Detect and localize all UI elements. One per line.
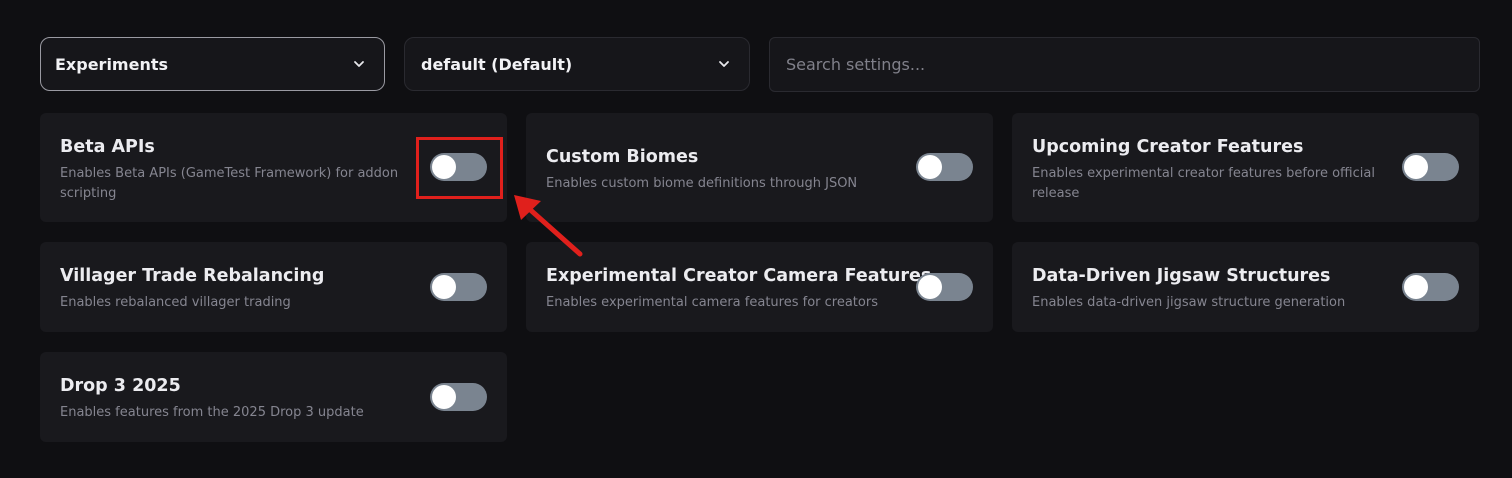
toggle-knob xyxy=(432,275,456,299)
toggle-knob xyxy=(918,275,942,299)
setting-card-experimental-creator-camera: Experimental Creator Camera Features Ena… xyxy=(526,242,993,332)
setting-description: Enables experimental creator features be… xyxy=(1032,166,1375,201)
setting-title: Experimental Creator Camera Features xyxy=(546,266,932,286)
setting-title: Custom Biomes xyxy=(546,147,699,167)
highlight-box xyxy=(416,137,503,199)
chevron-down-icon xyxy=(719,61,729,67)
toggle-knob xyxy=(1404,275,1428,299)
toggle-knob xyxy=(1404,155,1428,179)
setting-title: Upcoming Creator Features xyxy=(1032,137,1304,157)
setting-title: Data-Driven Jigsaw Structures xyxy=(1032,266,1331,286)
setting-title: Beta APIs xyxy=(60,137,155,157)
setting-description: Enables custom biome definitions through… xyxy=(546,176,858,191)
toggle-experimental-creator-camera[interactable] xyxy=(916,273,973,301)
setting-card-custom-biomes: Custom Biomes Enables custom biome defin… xyxy=(526,113,993,222)
setting-title: Villager Trade Rebalancing xyxy=(60,266,325,286)
setting-card-villager-trade-rebalancing: Villager Trade Rebalancing Enables rebal… xyxy=(40,242,507,332)
setting-description: Enables experimental camera features for… xyxy=(546,295,878,310)
toggle-drop-3-2025[interactable] xyxy=(430,383,487,411)
category-select[interactable]: Experiments xyxy=(40,37,385,91)
toggle-upcoming-creator-features[interactable] xyxy=(1402,153,1459,181)
setting-card-data-driven-jigsaw: Data-Driven Jigsaw Structures Enables da… xyxy=(1012,242,1479,332)
setting-description: Enables rebalanced villager trading xyxy=(60,295,291,310)
toggle-custom-biomes[interactable] xyxy=(916,153,973,181)
setting-card-upcoming-creator-features: Upcoming Creator Features Enables experi… xyxy=(1012,113,1479,222)
toggle-knob xyxy=(918,155,942,179)
setting-description: Enables data-driven jigsaw structure gen… xyxy=(1032,295,1346,310)
search-input[interactable] xyxy=(769,37,1480,92)
setting-card-drop-3-2025: Drop 3 2025 Enables features from the 20… xyxy=(40,352,507,442)
chevron-down-icon xyxy=(354,61,364,67)
experiments-settings-page: Experiments default (Default) Beta APIs … xyxy=(0,0,1512,478)
toggle-villager-trade-rebalancing[interactable] xyxy=(430,273,487,301)
category-select-value: Experiments xyxy=(55,54,169,74)
setting-title: Drop 3 2025 xyxy=(60,376,181,396)
filter-bar: Experiments default (Default) xyxy=(40,37,1480,92)
toggle-data-driven-jigsaw[interactable] xyxy=(1402,273,1459,301)
setting-description: Enables features from the 2025 Drop 3 up… xyxy=(60,405,364,420)
toggle-knob xyxy=(432,385,456,409)
arrow-up-left-icon xyxy=(514,195,583,257)
profile-select[interactable]: default (Default) xyxy=(404,37,750,91)
setting-description: Enables Beta APIs (GameTest Framework) f… xyxy=(60,166,399,201)
profile-select-value: default (Default) xyxy=(421,54,573,74)
